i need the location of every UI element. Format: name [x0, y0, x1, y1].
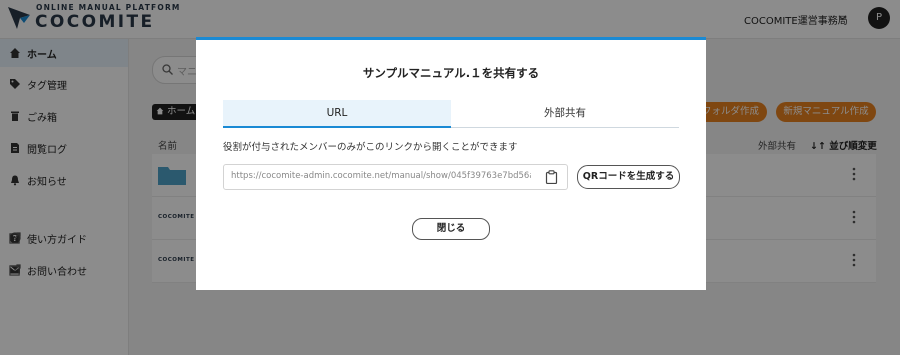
share-url-field[interactable]: https://cocomite-admin.cocomite.net/manu… — [223, 164, 537, 190]
share-description: 役割が付与されたメンバーのみがこのリンクから開くことができます — [223, 142, 518, 153]
modal-title: サンプルマニュアル.１を共有する — [362, 66, 540, 80]
share-modal: サンプルマニュアル.１を共有する URL 外部共有 役割が付与されたメンバーのみ… — [196, 37, 706, 290]
close-button[interactable]: 閉じる — [412, 218, 490, 240]
tab-url[interactable]: URL — [223, 100, 451, 128]
share-url-text: https://cocomite-admin.cocomite.net/manu… — [231, 171, 531, 181]
clipboard-icon — [545, 170, 558, 184]
copy-url-button[interactable] — [536, 164, 568, 190]
generate-qr-button[interactable]: QRコードを生成する — [577, 165, 680, 189]
share-tabs: URL 外部共有 — [223, 100, 679, 128]
tab-external-share[interactable]: 外部共有 — [451, 100, 679, 127]
app-window: ONLINE MANUAL PLATFORM COCOMITE COCOMITE… — [0, 0, 900, 355]
